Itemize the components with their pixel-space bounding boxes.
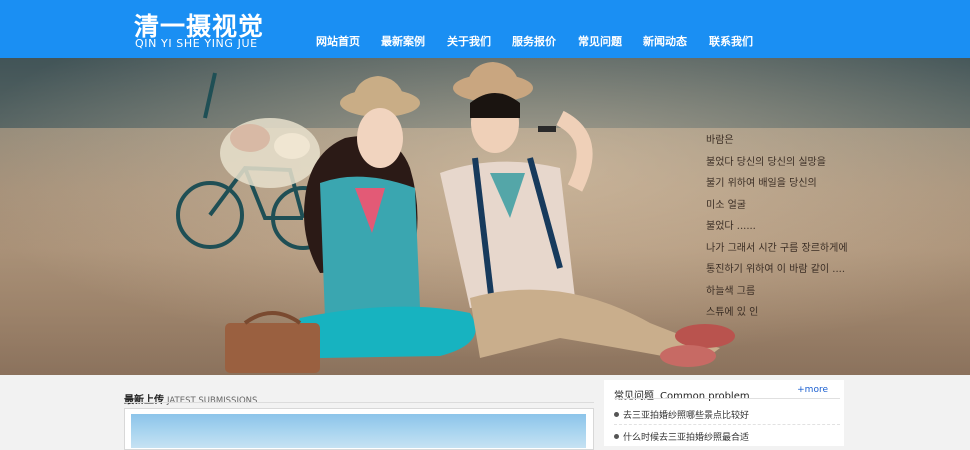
poem-line: 바람은 xyxy=(706,135,734,146)
nav-item-home[interactable]: 网站首页 xyxy=(316,33,360,49)
latest-submissions-section: 最新上传 JATEST SUBMISSIONS xyxy=(124,380,594,450)
flower-basket-icon xyxy=(220,118,320,188)
faq-title-cn: 常见问题 xyxy=(614,391,654,402)
poem-line: 미소 얼굴 xyxy=(706,199,746,211)
bullet-icon xyxy=(614,412,619,417)
site-header: 清一摄视觉 QIN YI SHE YING JUE 网站首页 最新案例 关于我们… xyxy=(0,0,970,58)
hero-banner[interactable]: 바람은 불었다 당신의 당신의 실망을 불기 위하여 배일을 당신의 미소 얼굴… xyxy=(0,58,970,375)
nav-item-contact[interactable]: 联系我们 xyxy=(709,33,753,49)
nav-item-news[interactable]: 新闻动态 xyxy=(643,33,687,49)
poem-line: 통진하기 위하여 이 바람 같이 .... xyxy=(706,264,846,275)
latest-title-cn: 最新上传 xyxy=(124,395,164,406)
faq-title: 常见问题 Common problem xyxy=(614,384,750,403)
logo-subtitle: QIN YI SHE YING JUE xyxy=(135,37,258,50)
poem-line: 불기 위하여 배일을 당신의 xyxy=(706,178,817,189)
poem-line: 불었다 ...... xyxy=(706,221,756,232)
nav-item-faq[interactable]: 常见问题 xyxy=(578,33,622,49)
faq-panel: 常见问题 Common problem +more 去三亚拍婚纱照哪些景点比较好 … xyxy=(604,380,844,446)
faq-title-en: Common problem xyxy=(660,391,750,402)
latest-thumbnail-frame[interactable] xyxy=(124,408,594,450)
faq-item-text: 去三亚拍婚纱照哪些景点比较好 xyxy=(623,411,750,421)
faq-item-divider xyxy=(614,424,840,425)
faq-header-divider xyxy=(614,398,840,399)
faq-list-item[interactable]: 什么时候去三亚拍婚纱照最合适 xyxy=(614,430,749,443)
poem-line: 스튜에 있 인 xyxy=(706,307,759,318)
faq-more-link[interactable]: +more xyxy=(797,385,828,395)
nav-item-pricing[interactable]: 服务报价 xyxy=(512,33,556,49)
section-divider xyxy=(124,402,594,403)
nav-item-cases[interactable]: 最新案例 xyxy=(381,33,425,49)
latest-thumbnail-image[interactable] xyxy=(131,414,586,448)
bullet-icon xyxy=(614,434,619,439)
faq-list-item[interactable]: 去三亚拍婚纱照哪些景点比较好 xyxy=(614,408,749,421)
latest-section-title: 最新上传 JATEST SUBMISSIONS xyxy=(124,388,257,407)
faq-item-text: 什么时候去三亚拍婚纱照最合适 xyxy=(623,433,750,443)
poem-line: 나가 그래서 시간 구름 장르하게에 xyxy=(706,242,848,254)
poem-line: 하늘색 그름 xyxy=(706,285,756,297)
banner-poem: 바람은 불었다 당신의 당신의 실망을 불기 위하여 배일을 당신의 미소 얼굴… xyxy=(706,130,848,324)
nav-item-about[interactable]: 关于我们 xyxy=(447,33,491,49)
poem-line: 불었다 당신의 당신의 실망을 xyxy=(706,156,826,168)
latest-title-en: JATEST SUBMISSIONS xyxy=(167,396,258,406)
